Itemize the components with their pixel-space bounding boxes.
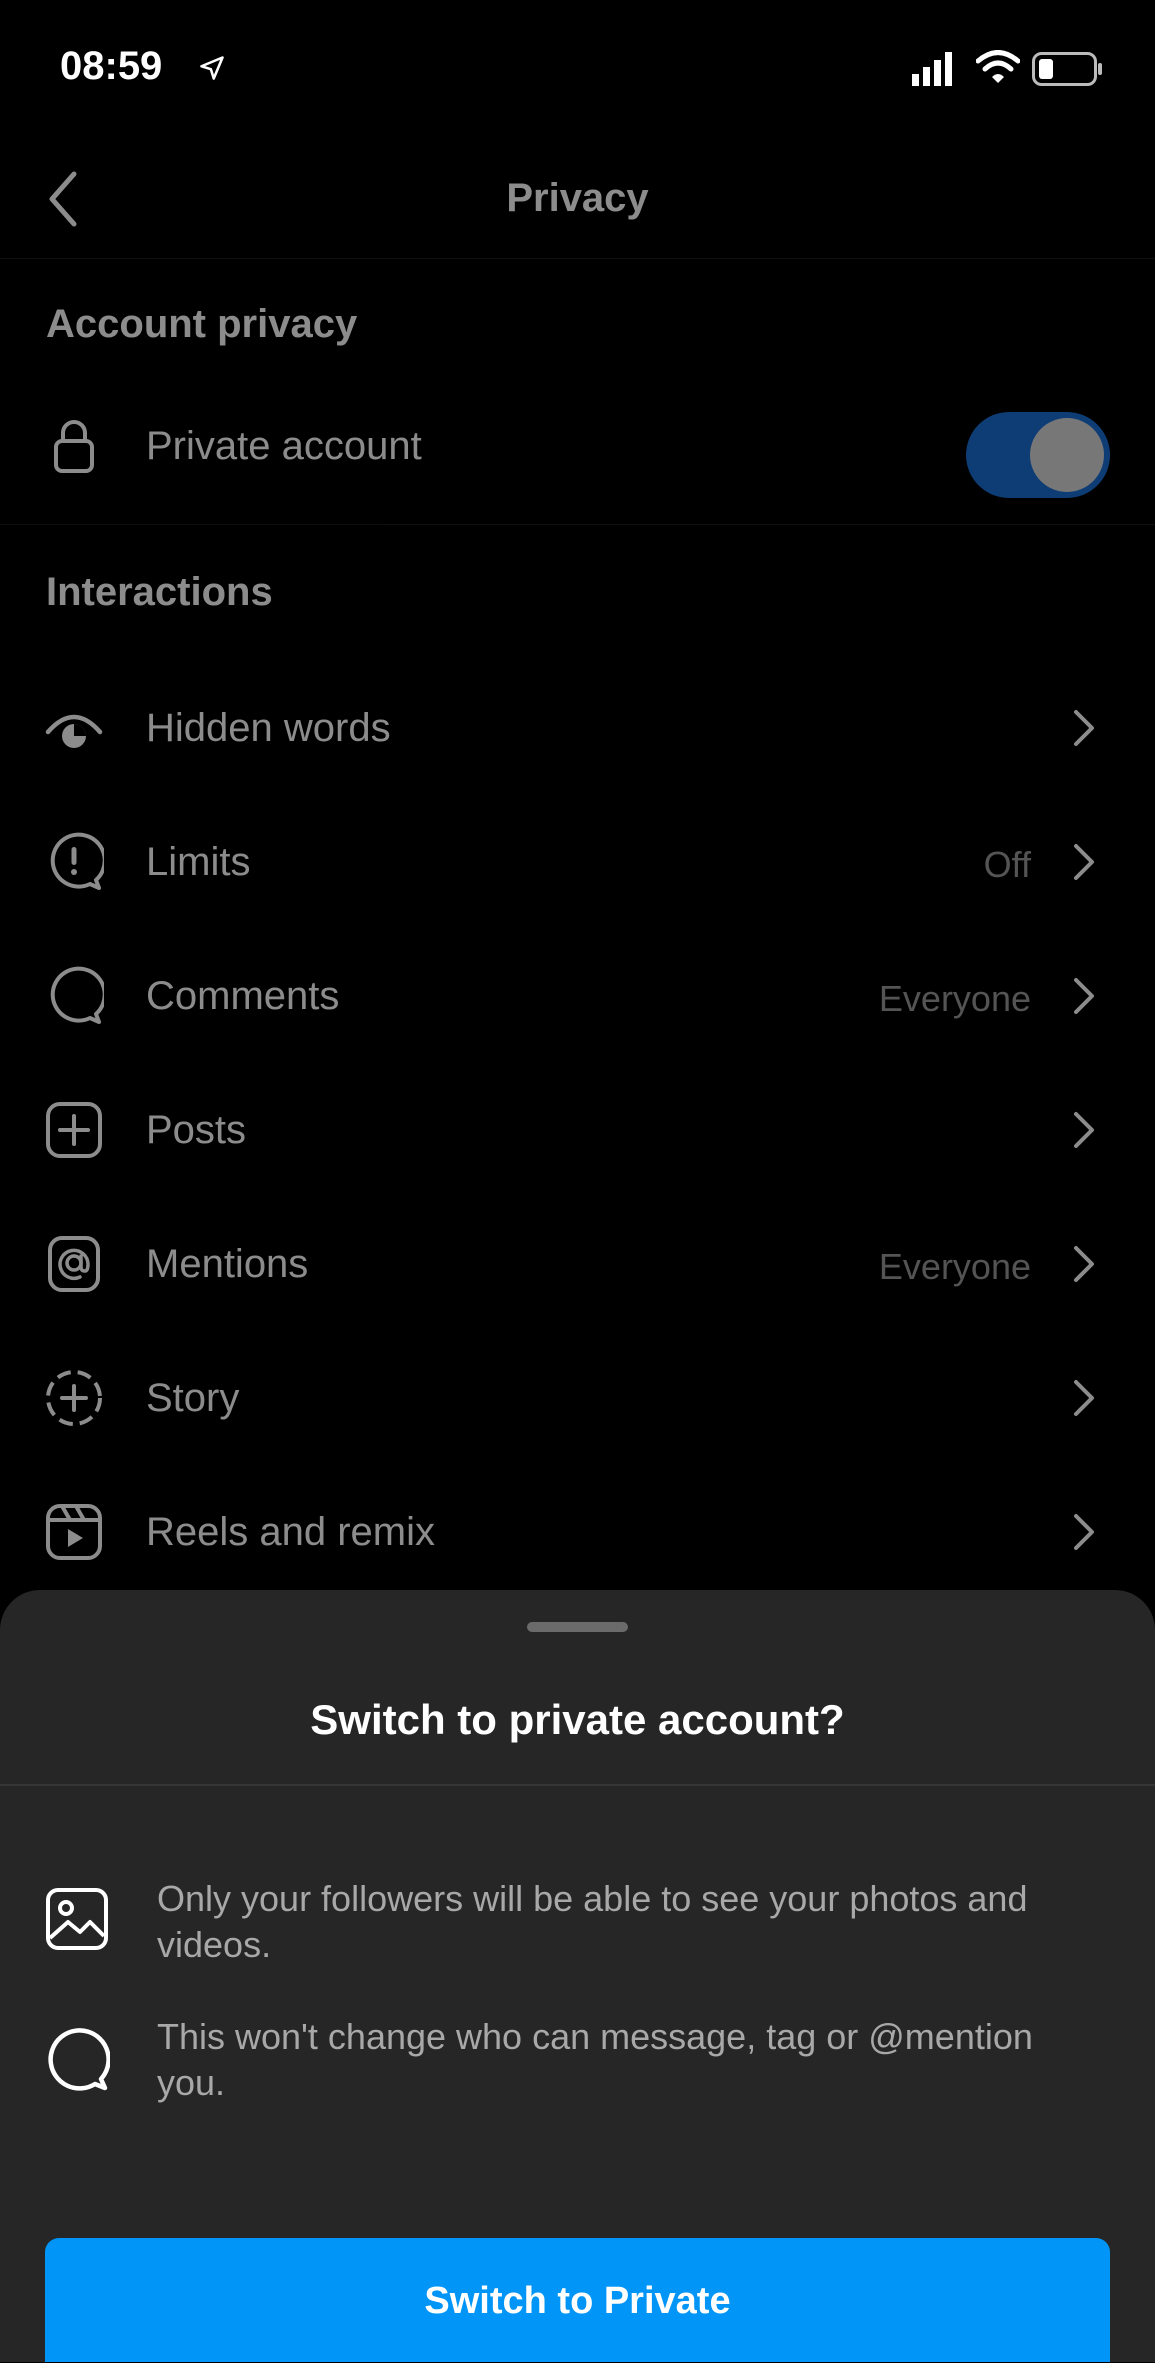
at-sign-icon <box>48 1236 100 1292</box>
sheet-drag-handle[interactable] <box>527 1622 628 1632</box>
interaction-row-limits[interactable]: Limits Off <box>0 802 1155 922</box>
interaction-row-story[interactable]: Story <box>0 1338 1155 1458</box>
page-title: Privacy <box>506 176 649 220</box>
sheet-info-text: This won't change who can message, tag o… <box>157 2016 1033 2103</box>
interaction-label: Story <box>146 1376 240 1420</box>
section-heading-interactions: Interactions <box>46 570 273 614</box>
chevron-right-icon <box>1074 1246 1094 1282</box>
chevron-right-icon <box>1074 844 1094 880</box>
interaction-label: Reels and remix <box>146 1510 436 1554</box>
interaction-value: Everyone <box>878 1246 1031 1287</box>
chevron-right-icon <box>1074 1380 1094 1416</box>
hidden-words-eye-icon <box>45 714 103 748</box>
interaction-row-posts[interactable]: Posts <box>0 1070 1155 1190</box>
comment-bubble-icon <box>48 2028 110 2091</box>
interaction-row-comments[interactable]: Comments Everyone <box>0 936 1155 1056</box>
reels-icon <box>46 1504 102 1560</box>
interaction-row-reels-and-remix[interactable]: Reels and remix <box>0 1472 1155 1592</box>
limits-alert-bubble-icon <box>50 832 104 890</box>
section-divider <box>0 524 1155 525</box>
chevron-right-icon <box>1074 710 1094 746</box>
sheet-divider <box>0 1784 1155 1786</box>
interaction-value: Everyone <box>878 978 1031 1019</box>
interaction-label: Hidden words <box>146 706 391 750</box>
interaction-label: Posts <box>146 1108 247 1152</box>
section-heading-account-privacy: Account privacy <box>46 302 358 346</box>
private-account-label: Private account <box>146 424 422 468</box>
chevron-right-icon <box>1074 978 1094 1014</box>
interaction-row-hidden-words[interactable]: Hidden words <box>0 668 1155 788</box>
interaction-label: Comments <box>146 974 340 1018</box>
switch-private-bottom-sheet: Switch to private account? Only your fol… <box>0 1590 1155 2362</box>
photo-icon <box>46 1888 108 1950</box>
comment-bubble-icon <box>50 966 104 1024</box>
sheet-info-text: Only your followers will be able to see … <box>157 1878 1028 1965</box>
private-account-toggle[interactable] <box>966 412 1110 498</box>
switch-to-private-button[interactable]: Switch to Private <box>45 2238 1110 2362</box>
privacy-settings-content: Privacy Account privacy Private account … <box>0 0 1155 1590</box>
interaction-value: Off <box>983 844 1031 885</box>
plus-square-icon <box>46 1102 102 1158</box>
nav-bar: Privacy <box>0 140 1155 259</box>
chevron-right-icon <box>1074 1514 1094 1550</box>
chevron-right-icon <box>1074 1112 1094 1148</box>
sheet-title: Switch to private account? <box>310 1696 845 1743</box>
story-dashed-plus-icon <box>46 1370 102 1426</box>
interaction-row-mentions[interactable]: Mentions Everyone <box>0 1204 1155 1324</box>
interaction-label: Mentions <box>146 1242 309 1286</box>
toggle-knob <box>1030 418 1104 492</box>
lock-icon <box>54 420 94 473</box>
interaction-label: Limits <box>146 840 251 884</box>
